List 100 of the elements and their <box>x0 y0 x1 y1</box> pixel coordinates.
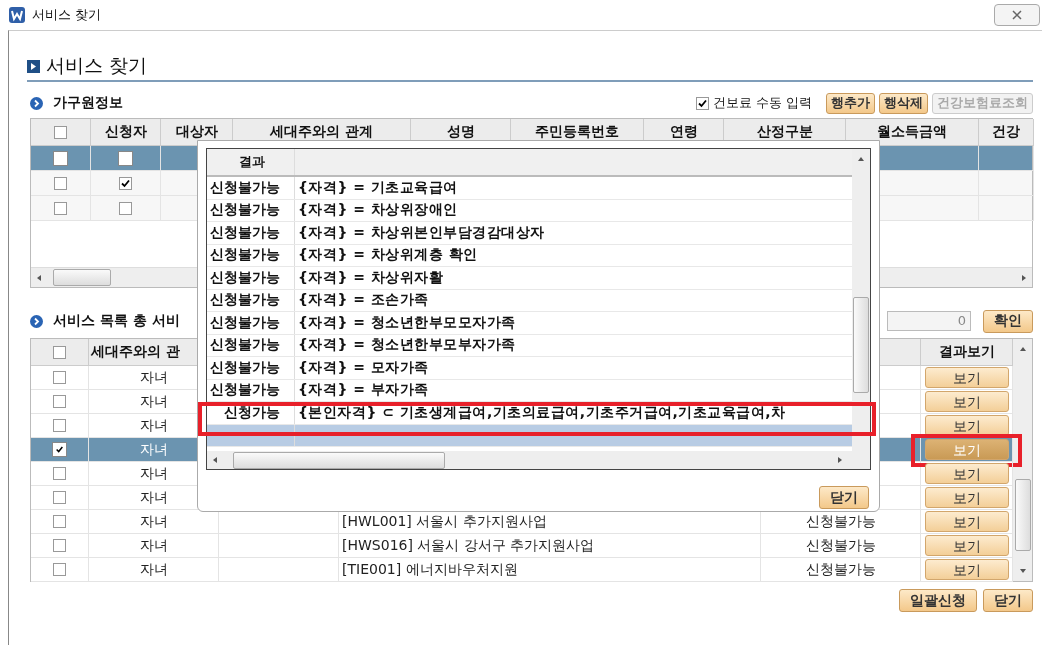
checkbox[interactable] <box>53 467 66 480</box>
result-status: 신청불가능 <box>207 357 295 379</box>
column-header: 세대주와의 관 <box>91 343 180 361</box>
arrow-up-icon[interactable] <box>857 155 865 163</box>
view-button[interactable]: 보기 <box>924 535 1009 556</box>
arrow-down-icon[interactable] <box>1018 567 1027 575</box>
result-condition: {자격} = 기초교육급여 <box>298 177 458 197</box>
view-button[interactable]: 보기 <box>924 463 1009 484</box>
checkbox[interactable] <box>54 125 67 139</box>
checkbox[interactable] <box>53 539 66 552</box>
result-status: 신청불가능 <box>207 379 295 401</box>
checkbox[interactable] <box>53 515 66 528</box>
table-row[interactable]: 자녀 [TIE001] 에너지바우처지원 신청불가능 보기 <box>31 558 1013 582</box>
view-button[interactable]: 보기 <box>924 559 1009 580</box>
checkmark-icon <box>696 97 708 109</box>
footer-button[interactable]: 닫기 <box>983 589 1033 612</box>
result-status: 신청불가능 <box>207 312 295 334</box>
result-status: 신청불가능 <box>207 267 295 289</box>
result-condition: {자격} = 조손가족 <box>298 290 429 310</box>
column-header: 결과보기 <box>938 343 995 361</box>
result-row[interactable]: 신청불가능 {자격} = 차상위계층 확인 <box>207 244 852 267</box>
confirm-button[interactable]: 확인 <box>983 309 1033 333</box>
view-button[interactable]: 보기 <box>924 391 1009 412</box>
result-row[interactable]: 신청불가능 {자격} = 부자가족 <box>207 379 852 402</box>
result-condition: {자격} = 부자가족 <box>298 380 429 400</box>
view-button[interactable]: 보기 <box>924 511 1009 532</box>
result-condition: {자격} = 차상위본인부담경감대상자 <box>298 222 545 242</box>
vertical-scrollbar[interactable] <box>1013 339 1032 581</box>
table-cell: 자녀 <box>139 440 168 459</box>
vertical-scrollbar[interactable] <box>852 149 870 451</box>
view-button[interactable]: 보기 <box>924 415 1009 436</box>
checkbox[interactable] <box>53 419 66 432</box>
checkbox[interactable] <box>54 201 67 215</box>
close-button[interactable]: 닫기 <box>819 486 869 509</box>
app-icon <box>8 6 26 24</box>
table-cell: 신청불가능 <box>805 560 876 579</box>
table-cell: 자녀 <box>139 464 168 483</box>
action-button[interactable]: 행삭제 <box>879 92 928 114</box>
table-cell: [TIE001] 에너지바우처지원 <box>342 560 518 579</box>
footer-button[interactable]: 일괄신청 <box>899 589 977 612</box>
result-row[interactable]: 신청불가능 {자격} = 기초교육급여 <box>207 177 852 200</box>
scrollbar-thumb[interactable] <box>53 269 111 286</box>
column-header: 주민등록번호 <box>535 123 619 141</box>
column-header: 세대주와의 관계 <box>270 123 373 141</box>
result-row[interactable]: 신청불가능 {자격} = 차상위자활 <box>207 267 852 290</box>
table-cell: 자녀 <box>139 392 168 411</box>
result-status: 신청불가능 <box>207 177 295 199</box>
table-cell: 신청불가능 <box>805 536 876 555</box>
arrow-right-icon[interactable] <box>1020 273 1028 282</box>
result-row[interactable]: 신청불가능 {자격} = 조손가족 <box>207 289 852 312</box>
scrollbar-thumb[interactable] <box>853 297 869 393</box>
section-title: 서비스 목록 총 서비 <box>53 312 180 330</box>
table-row[interactable]: 자녀 [HWL001] 서울시 추가지원사업 신청불가능 보기 <box>31 510 1013 534</box>
checkbox[interactable] <box>53 491 66 504</box>
view-button[interactable]: 보기 <box>924 487 1009 508</box>
checkbox[interactable] <box>54 176 67 190</box>
page-heading: 서비스 찾기 <box>46 53 148 78</box>
checkbox[interactable] <box>53 371 66 384</box>
checkbox[interactable] <box>119 201 132 215</box>
arrow-left-icon[interactable] <box>35 273 43 282</box>
result-status: 신청불가능 <box>207 334 295 356</box>
table-cell: 자녀 <box>139 560 168 579</box>
column-header: 결과 <box>207 149 295 175</box>
checkmark-icon <box>120 177 131 189</box>
result-row[interactable]: 신청불가능 {자격} = 차상위장애인 <box>207 199 852 222</box>
result-row[interactable]: 신청불가능 {자격} = 차상위본인부담경감대상자 <box>207 222 852 245</box>
result-status: 신청불가능 <box>207 244 295 266</box>
view-button[interactable]: 보기 <box>924 367 1009 388</box>
column-header: 산정구분 <box>756 123 813 141</box>
checkbox[interactable] <box>53 395 66 408</box>
column-header: 월소득금액 <box>877 123 947 141</box>
result-condition: {자격} = 청소년한부모부자가족 <box>298 335 516 355</box>
result-row[interactable]: 신청불가능 {자격} = 청소년한부모모자가족 <box>207 312 852 335</box>
scrollbar-thumb[interactable] <box>233 451 445 469</box>
arrow-square-icon <box>27 59 40 73</box>
result-status: 신청불가능 <box>207 289 295 311</box>
checkbox[interactable] <box>53 563 66 576</box>
table-cell: 신청불가능 <box>805 512 876 531</box>
checkbox-label: 건보료 수동 입력 <box>712 94 812 112</box>
chevron-circle-icon <box>30 96 43 110</box>
column-header: 연령 <box>669 123 698 141</box>
result-condition: {자격} = 차상위계층 확인 <box>298 245 478 265</box>
table-cell: [HWL001] 서울시 추가지원사업 <box>342 512 547 531</box>
result-row[interactable]: 신청불가능 {자격} = 모자가족 <box>207 357 852 380</box>
close-button[interactable] <box>994 4 1040 26</box>
arrow-up-icon[interactable] <box>1018 345 1027 353</box>
checkbox[interactable] <box>119 176 132 190</box>
checkbox[interactable] <box>53 345 66 359</box>
checkbox[interactable] <box>695 96 709 110</box>
result-condition: {본인자격} ⊂ 기초생계급여,기초의료급여,기초주거급여,기초교육급여,차 <box>298 402 786 422</box>
table-row[interactable]: 자녀 [HWS016] 서울시 강서구 추가지원사업 신청불가능 보기 <box>31 534 1013 558</box>
horizontal-scrollbar[interactable] <box>207 451 870 469</box>
result-row[interactable]: 신청불가능 {자격} = 청소년한부모부자가족 <box>207 334 852 357</box>
scrollbar-thumb[interactable] <box>1014 479 1031 551</box>
column-header: 대상자 <box>175 123 218 141</box>
arrow-right-icon[interactable] <box>836 456 844 464</box>
action-button[interactable]: 행추가 <box>826 92 875 114</box>
arrow-left-icon[interactable] <box>211 456 219 464</box>
result-condition: {자격} = 차상위자활 <box>298 267 444 287</box>
table-cell: 자녀 <box>139 512 168 531</box>
